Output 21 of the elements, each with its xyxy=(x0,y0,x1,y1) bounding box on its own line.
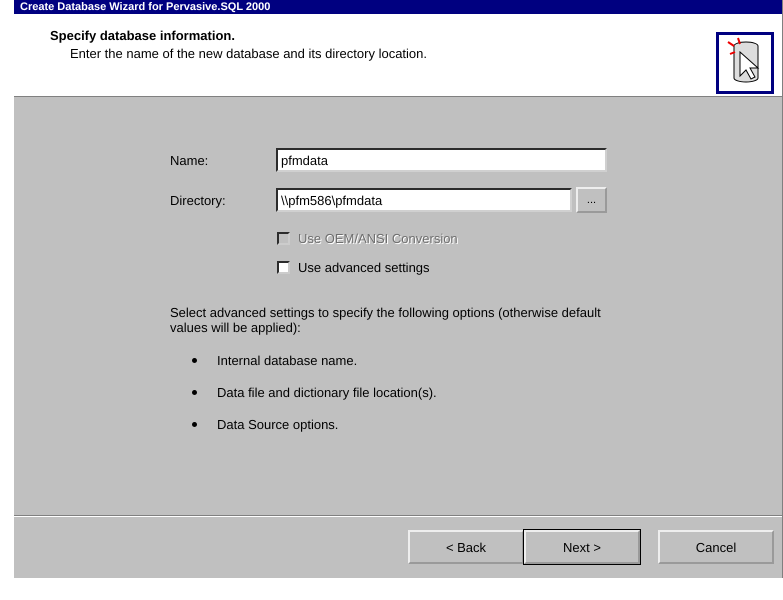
checkbox[interactable] xyxy=(277,261,290,274)
bullet-text: Data file and dictionary file location(s). xyxy=(217,385,437,400)
checkbox-option[interactable]: Use advanced settings xyxy=(277,260,782,275)
bullet-icon xyxy=(192,358,197,363)
bullet-text: Data Source options. xyxy=(217,417,338,432)
wizard-button[interactable]: < Back xyxy=(408,530,524,564)
bullet-icon xyxy=(192,422,197,427)
wizard-button[interactable]: Next > xyxy=(524,530,640,564)
bullet-text: Internal database name. xyxy=(217,353,358,368)
text-field[interactable]: pfmdata xyxy=(276,148,607,172)
header-subtitle: Enter the name of the new database and its directory location. xyxy=(69,46,427,61)
field-label: Name: xyxy=(170,152,210,168)
field-label: Directory: xyxy=(170,192,227,208)
database-cursor-icon xyxy=(716,32,774,94)
wizard-button[interactable]: Cancel xyxy=(658,530,774,564)
window-title: Create Database Wizard for Pervasive.SQL 2000 xyxy=(20,0,270,14)
description-text: Select advanced settings to specify the following options (otherwise default values will be applied): xyxy=(170,305,602,335)
text-field[interactable]: \\pfm586\pfmdata xyxy=(276,188,572,212)
browse-button[interactable]: ... xyxy=(576,187,607,213)
header-title: Specify database information. xyxy=(50,28,236,43)
bullet-icon xyxy=(192,390,197,395)
